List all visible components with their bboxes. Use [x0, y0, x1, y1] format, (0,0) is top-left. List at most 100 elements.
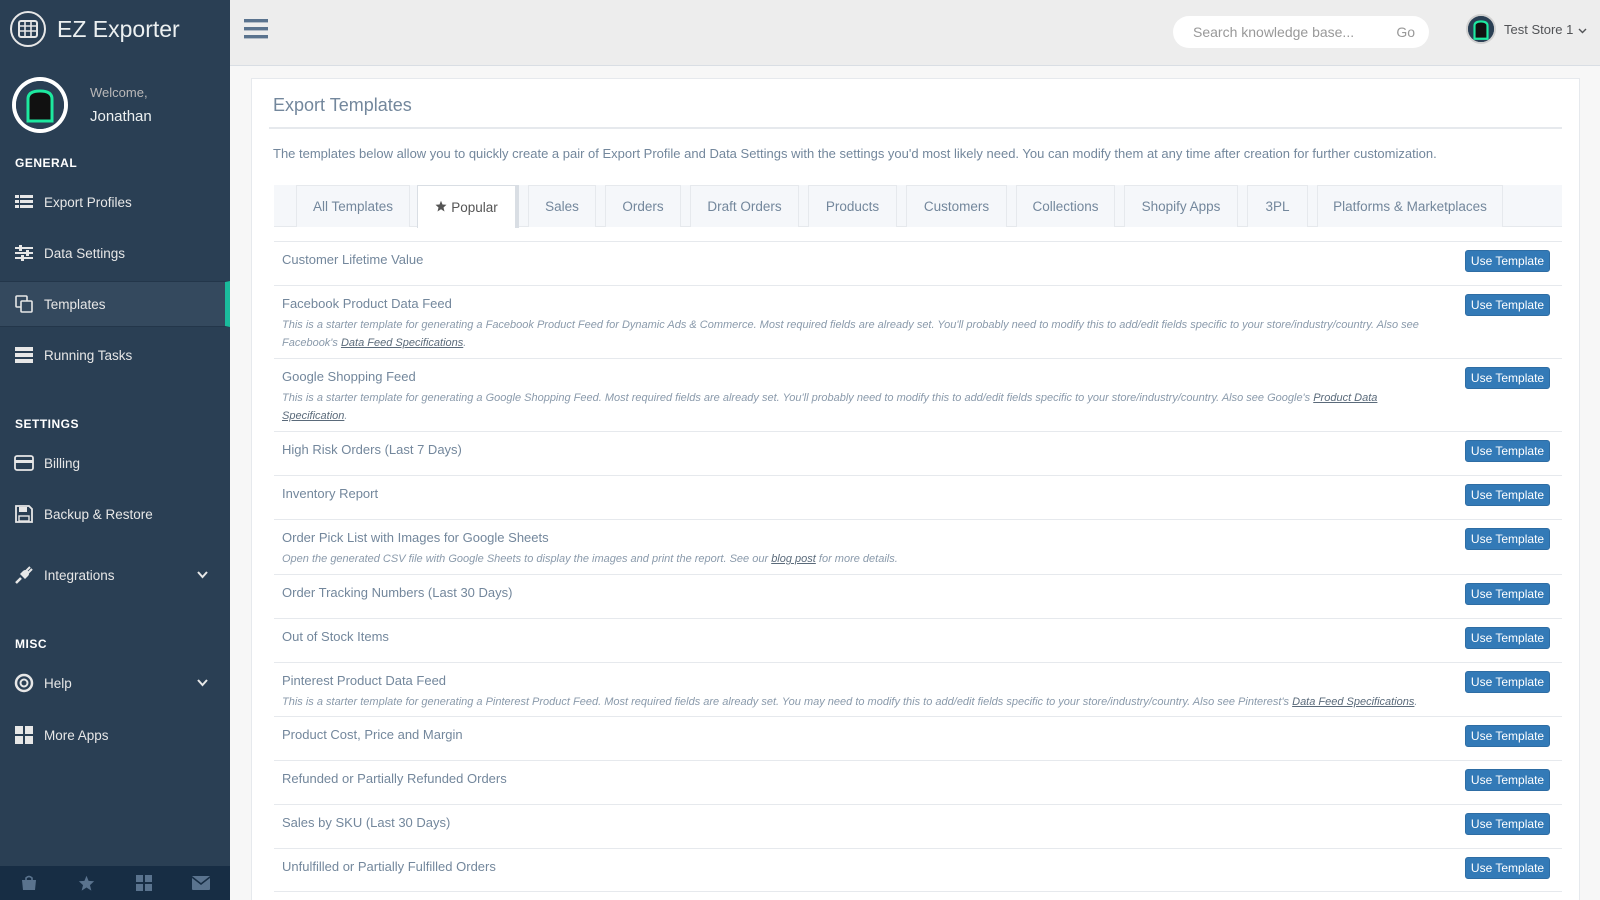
sidebar-footer [0, 866, 230, 900]
star-icon [435, 200, 447, 215]
template-name: Order Pick List with Images for Google S… [282, 530, 549, 545]
template-description: This is a starter template for generatin… [282, 319, 1419, 349]
profile: Welcome, Jonathan [12, 77, 152, 133]
use-template-button[interactable]: Use Template [1465, 250, 1550, 272]
search-go-button[interactable]: Go [1396, 24, 1415, 40]
sidebar-item-label: Templates [44, 296, 106, 312]
life-ring-icon [14, 673, 34, 693]
credit-card-icon [14, 453, 34, 473]
tab-shopify-apps[interactable]: Shopify Apps [1124, 185, 1238, 227]
section-settings: SETTINGS [15, 417, 80, 431]
description-link[interactable]: Data Feed Specifications [1292, 696, 1414, 708]
shopping-bag-icon[interactable] [0, 866, 58, 900]
template-row: Facebook Product Data Feed This is a sta… [274, 285, 1562, 358]
template-row: Product Cost, Price and Margin Use Templ… [274, 716, 1562, 760]
save-icon [14, 504, 34, 524]
template-name: Customer Lifetime Value [282, 252, 424, 267]
tab-label: Popular [451, 199, 498, 215]
tab-all-templates[interactable]: All Templates [296, 185, 410, 227]
use-template-button[interactable]: Use Template [1465, 769, 1550, 791]
use-template-button[interactable]: Use Template [1465, 857, 1550, 879]
store-name: Test Store 1 [1504, 21, 1574, 37]
page-description: The templates below allow you to quickly… [273, 146, 1437, 161]
sidebar-item-label: More Apps [44, 727, 109, 743]
page-title: Export Templates [273, 95, 412, 115]
use-template-button[interactable]: Use Template [1465, 813, 1550, 835]
sidebar-item-running-tasks[interactable]: Running Tasks [0, 332, 230, 378]
template-name: Pinterest Product Data Feed [282, 673, 447, 688]
sidebar-item-more-apps[interactable]: More Apps [0, 712, 230, 758]
sidebar-item-export-profiles[interactable]: Export Profiles [0, 179, 230, 225]
description-link[interactable]: Data Feed Specifications [341, 337, 463, 349]
store-avatar [1466, 14, 1496, 44]
use-template-button[interactable]: Use Template [1465, 484, 1550, 506]
template-name: Facebook Product Data Feed [282, 296, 452, 311]
template-name: Sales by SKU (Last 30 Days) [282, 815, 451, 830]
brand[interactable]: EZ Exporter [0, 0, 230, 58]
template-row: Unfulfilled or Partially Fulfilled Order… [274, 848, 1562, 892]
sidebar-item-label: Integrations [44, 567, 115, 583]
envelope-icon[interactable] [173, 866, 231, 900]
store-menu[interactable]: Test Store 1 [1466, 14, 1587, 44]
template-description: This is a starter template for generatin… [282, 392, 1378, 422]
sidebar-item-billing[interactable]: Billing [0, 440, 230, 486]
user-name: Jonathan [90, 108, 152, 125]
template-row: Customer Lifetime Value Use Template [274, 241, 1562, 285]
star-icon[interactable] [58, 866, 116, 900]
sidebar-item-templates[interactable]: Templates [0, 281, 230, 327]
chevron-down-icon [1578, 22, 1587, 37]
tab-3pl[interactable]: 3PL [1247, 185, 1308, 227]
use-template-button[interactable]: Use Template [1465, 294, 1550, 316]
tab-customers[interactable]: Customers [906, 185, 1007, 227]
template-row: High Risk Orders (Last 7 Days) Use Templ… [274, 431, 1562, 475]
sidebar-item-data-settings[interactable]: Data Settings [0, 230, 230, 276]
sidebar-item-label: Export Profiles [44, 194, 132, 210]
tab-sales[interactable]: Sales [528, 185, 596, 227]
table-icon [10, 11, 46, 47]
search-input[interactable]: Search knowledge base... [1193, 24, 1354, 40]
server-icon [14, 345, 34, 365]
sidebar-item-label: Data Settings [44, 245, 126, 261]
use-template-button[interactable]: Use Template [1465, 725, 1550, 747]
template-name: Order Tracking Numbers (Last 30 Days) [282, 585, 513, 600]
template-name: Refunded or Partially Refunded Orders [282, 771, 507, 786]
tab-draft-orders[interactable]: Draft Orders [690, 185, 799, 227]
sidebar-item-integrations[interactable]: Integrations [0, 552, 230, 598]
template-row: Inventory Report Use Template [274, 475, 1562, 519]
sidebar-item-label: Backup & Restore [44, 506, 153, 522]
use-template-button[interactable]: Use Template [1465, 528, 1550, 550]
chevron-down-icon [197, 675, 208, 690]
grid-icon[interactable] [115, 866, 173, 900]
use-template-button[interactable]: Use Template [1465, 440, 1550, 462]
description-link[interactable]: blog post [771, 553, 816, 565]
template-tabs: All Templates Popular Sales Orders Draft… [274, 185, 1562, 228]
template-row: Google Shopping Feed This is a starter t… [274, 358, 1562, 431]
use-template-button[interactable]: Use Template [1465, 367, 1550, 389]
template-name: Google Shopping Feed [282, 369, 416, 384]
title-divider [269, 127, 1562, 129]
table-list-icon [14, 192, 34, 212]
top-navbar: Search knowledge base... Go Test Store 1 [230, 0, 1600, 66]
tab-products[interactable]: Products [808, 185, 897, 227]
sidebar-item-label: Help [44, 675, 72, 691]
tab-platforms-marketplaces[interactable]: Platforms & Marketplaces [1317, 185, 1503, 227]
tab-collections[interactable]: Collections [1016, 185, 1115, 227]
tab-popular[interactable]: Popular [417, 185, 519, 228]
section-misc: MISC [15, 637, 47, 651]
use-template-button[interactable]: Use Template [1465, 583, 1550, 605]
grid-icon [14, 725, 34, 745]
use-template-button[interactable]: Use Template [1465, 627, 1550, 649]
sidebar: EZ Exporter Welcome, Jonathan GENERAL Ex… [0, 0, 230, 900]
template-name: High Risk Orders (Last 7 Days) [282, 442, 462, 457]
sidebar-item-backup-restore[interactable]: Backup & Restore [0, 491, 230, 537]
section-general: GENERAL [15, 156, 78, 170]
tab-orders[interactable]: Orders [605, 185, 681, 227]
avatar [12, 77, 68, 133]
template-row: Sales by SKU (Last 30 Days) Use Template [274, 804, 1562, 848]
template-row: Pinterest Product Data Feed This is a st… [274, 662, 1562, 716]
template-row: Order Tracking Numbers (Last 30 Days) Us… [274, 574, 1562, 618]
sidebar-item-help[interactable]: Help [0, 660, 230, 706]
sidebar-item-label: Billing [44, 455, 81, 471]
use-template-button[interactable]: Use Template [1465, 671, 1550, 693]
menu-toggle-icon[interactable] [244, 18, 268, 44]
